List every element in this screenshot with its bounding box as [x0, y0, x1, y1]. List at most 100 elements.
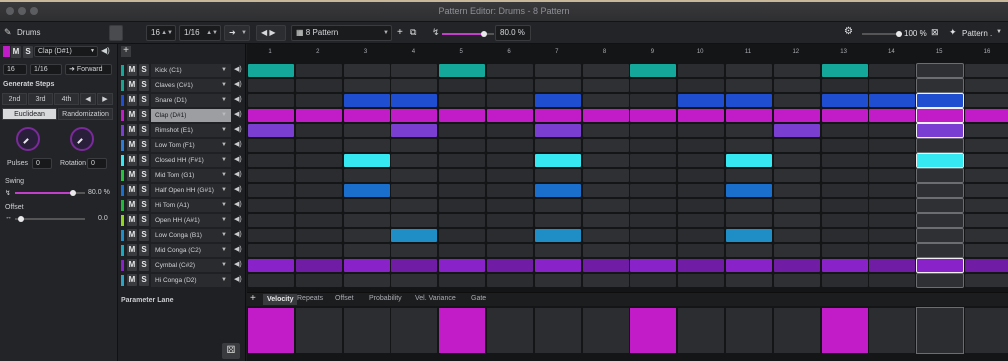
- step-cell-on[interactable]: [630, 109, 677, 122]
- step-cell[interactable]: [534, 169, 581, 182]
- chevron-down-icon[interactable]: ▼: [221, 139, 227, 152]
- shift-right-icon[interactable]: ▶: [97, 93, 113, 105]
- step-cell[interactable]: [916, 183, 965, 198]
- mute-button[interactable]: M: [127, 139, 137, 151]
- pin-icon[interactable]: ✎: [4, 27, 12, 38]
- step-cell[interactable]: [534, 199, 581, 212]
- step-cell-on[interactable]: [439, 64, 486, 77]
- step-cell-on[interactable]: [821, 64, 868, 77]
- solo-button[interactable]: S: [139, 229, 149, 241]
- step-cell[interactable]: [534, 139, 581, 152]
- step-cell[interactable]: [821, 184, 868, 197]
- speaker-icon[interactable]: ◀): [234, 260, 242, 268]
- track-name[interactable]: Mid Conga (C2) ▼: [151, 244, 231, 257]
- inspector-direction-select[interactable]: ➜ Forward: [65, 64, 112, 75]
- track-row[interactable]: M S Hi Tom (A1) ▼ ◀): [118, 198, 246, 213]
- step-cell[interactable]: [248, 79, 294, 92]
- step-cell[interactable]: [821, 169, 868, 182]
- step-cell-on[interactable]: [726, 184, 772, 197]
- track-row[interactable]: M S Mid Tom (G1) ▼ ◀): [118, 168, 246, 183]
- step-cell[interactable]: [630, 214, 677, 227]
- speaker-icon[interactable]: ◀): [234, 185, 242, 193]
- step-cell[interactable]: [391, 79, 438, 92]
- speaker-icon[interactable]: ◀): [234, 80, 242, 88]
- step-cell[interactable]: [582, 274, 629, 287]
- step-cell-on[interactable]: [821, 94, 868, 107]
- swing-value-field[interactable]: 80.0 %: [495, 25, 531, 41]
- zoom-slider-thumb[interactable]: [896, 31, 902, 37]
- solo-button[interactable]: S: [139, 274, 149, 286]
- step-cell[interactable]: [248, 274, 294, 287]
- offset-slider[interactable]: [15, 218, 85, 220]
- step-cell[interactable]: [248, 214, 294, 227]
- step-cell[interactable]: [678, 184, 725, 197]
- step-cell[interactable]: [248, 199, 294, 212]
- pulses-input[interactable]: 0: [32, 158, 52, 169]
- track-name[interactable]: Low Conga (B1) ▼: [151, 229, 231, 242]
- chevron-down-icon[interactable]: ▼: [221, 79, 227, 92]
- step-cell[interactable]: [773, 244, 820, 257]
- step-cell[interactable]: [582, 169, 629, 182]
- step-cell-on[interactable]: [965, 109, 1008, 122]
- step-cell[interactable]: [439, 79, 486, 92]
- step-cell[interactable]: [630, 274, 677, 287]
- step-cell-on[interactable]: [916, 93, 965, 108]
- step-cell[interactable]: [439, 124, 486, 137]
- step-cell[interactable]: [391, 184, 438, 197]
- step-cell[interactable]: [965, 214, 1008, 227]
- step-cell[interactable]: [965, 244, 1008, 257]
- randomize-dice-icon[interactable]: ⚄: [222, 343, 240, 359]
- step-cell[interactable]: [773, 154, 820, 167]
- step-cell[interactable]: [821, 79, 868, 92]
- step-cell[interactable]: [630, 184, 677, 197]
- step-cell-on[interactable]: [582, 259, 629, 272]
- mute-button[interactable]: M: [127, 244, 137, 256]
- step-cell[interactable]: [630, 229, 677, 242]
- track-row[interactable]: M S Low Conga (B1) ▼ ◀): [118, 228, 246, 243]
- velocity-bar[interactable]: [343, 308, 390, 353]
- step-cell-on[interactable]: [726, 154, 772, 167]
- generate-3rd-button[interactable]: 3rd: [28, 93, 53, 105]
- step-cell-on[interactable]: [534, 184, 581, 197]
- mute-button[interactable]: M: [127, 79, 137, 91]
- solo-button[interactable]: S: [139, 124, 149, 136]
- shift-pattern-buttons[interactable]: ◀ ▶: [256, 25, 286, 41]
- step-cell[interactable]: [295, 64, 342, 77]
- velocity-bar-on[interactable]: [439, 308, 486, 353]
- solo-button[interactable]: S: [139, 259, 149, 271]
- step-cell[interactable]: [678, 139, 725, 152]
- step-cell[interactable]: [295, 199, 342, 212]
- step-cell[interactable]: [821, 199, 868, 212]
- track-name[interactable]: Clap (D#1) ▼: [151, 109, 231, 122]
- step-cell[interactable]: [439, 244, 486, 257]
- step-cell[interactable]: [965, 94, 1008, 107]
- mute-button[interactable]: M: [127, 154, 137, 166]
- step-cell[interactable]: [343, 79, 390, 92]
- velocity-bar-on[interactable]: [821, 308, 868, 353]
- step-cell-on[interactable]: [248, 109, 294, 122]
- step-cell[interactable]: [534, 214, 581, 227]
- step-cell[interactable]: [965, 154, 1008, 167]
- step-cell[interactable]: [439, 229, 486, 242]
- chevron-down-icon[interactable]: ▼: [221, 169, 227, 182]
- step-cell-on[interactable]: [869, 94, 916, 107]
- step-cell-on[interactable]: [391, 94, 438, 107]
- step-cell[interactable]: [678, 244, 725, 257]
- step-cell-on[interactable]: [965, 259, 1008, 272]
- step-cell[interactable]: [534, 244, 581, 257]
- euclidean-tab[interactable]: Euclidean: [2, 108, 57, 120]
- step-cell[interactable]: [773, 214, 820, 227]
- generate-2nd-button[interactable]: 2nd: [2, 93, 27, 105]
- pulses-knob[interactable]: [16, 127, 40, 151]
- step-cell[interactable]: [487, 79, 533, 92]
- step-cell-on[interactable]: [869, 109, 916, 122]
- step-cell-on[interactable]: [439, 259, 486, 272]
- step-cell-on[interactable]: [726, 94, 772, 107]
- velocity-bar-on[interactable]: [248, 308, 294, 353]
- step-cell-on[interactable]: [295, 109, 342, 122]
- step-cell[interactable]: [582, 139, 629, 152]
- step-cell[interactable]: [582, 94, 629, 107]
- track-row[interactable]: M S Claves (C#1) ▼ ◀): [118, 78, 246, 93]
- velocity-bar-on[interactable]: [630, 308, 677, 353]
- step-cell[interactable]: [821, 139, 868, 152]
